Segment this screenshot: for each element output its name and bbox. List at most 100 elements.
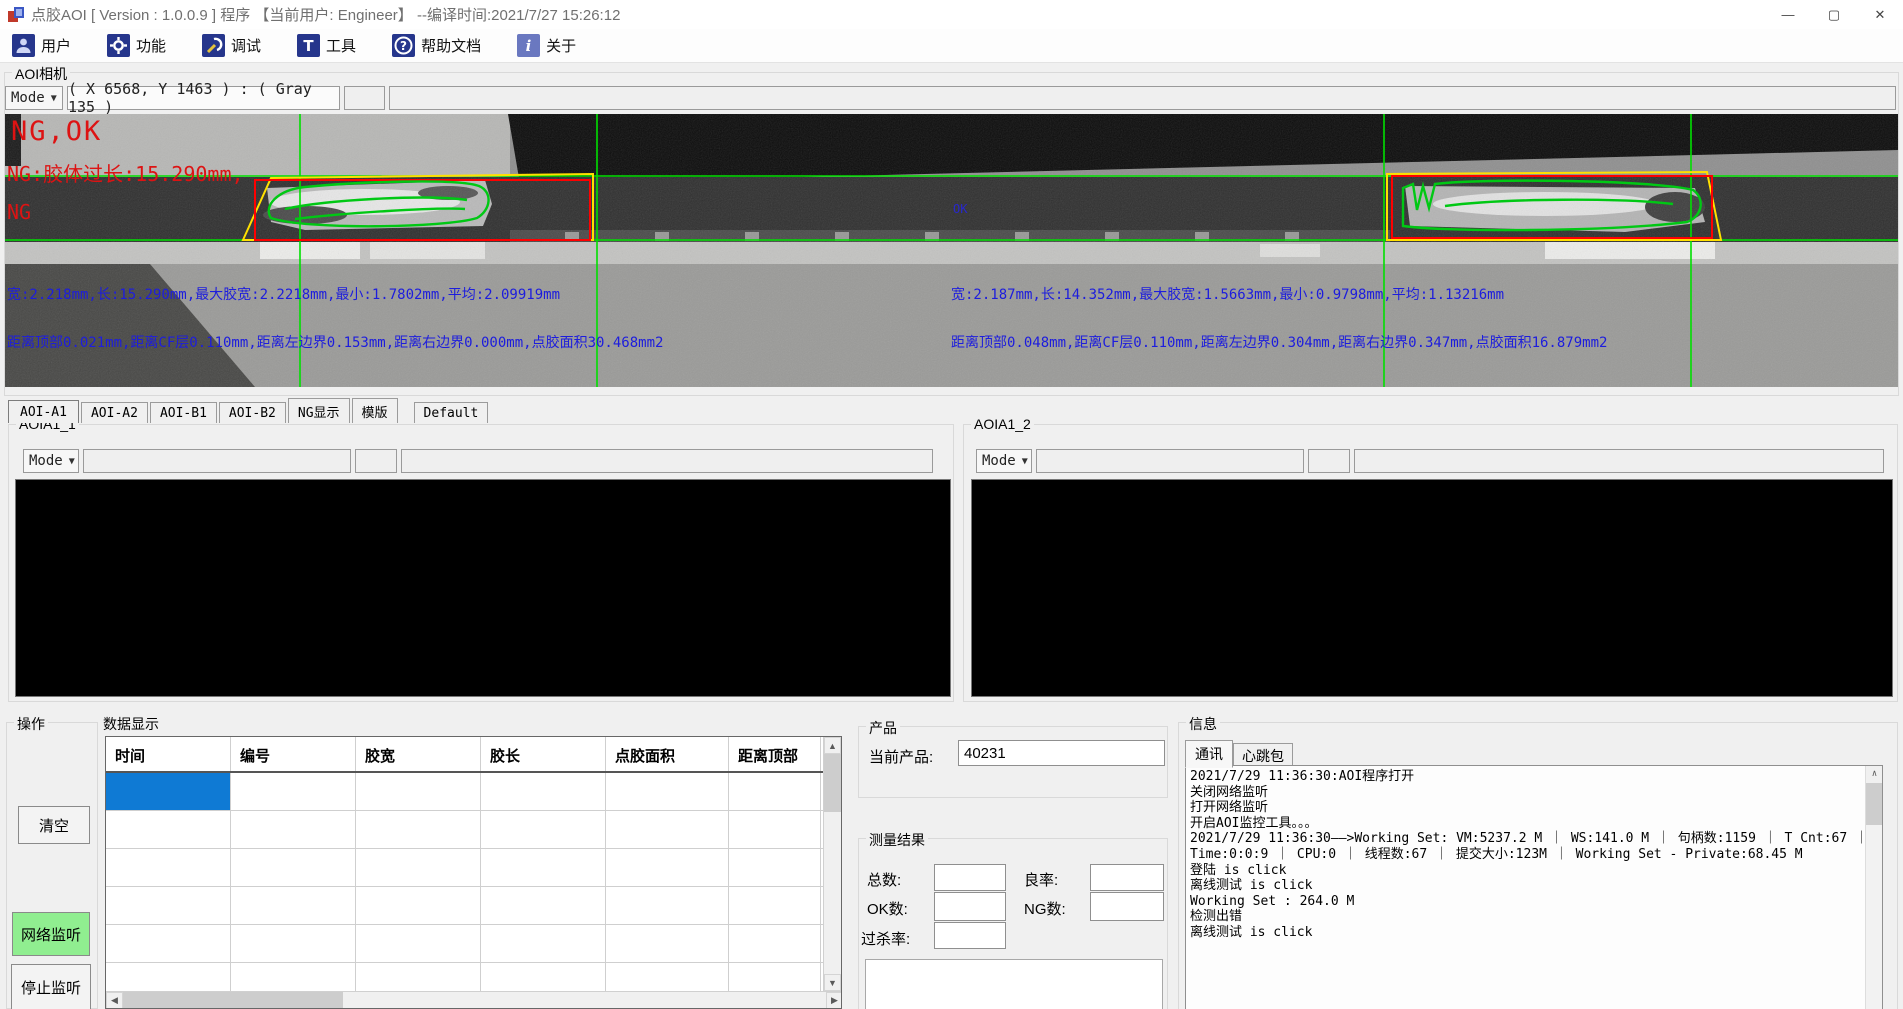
table-row[interactable]: [106, 887, 841, 925]
table-cell[interactable]: [106, 925, 231, 962]
data-table[interactable]: 时间 编号 胶宽 胶长 点胶面积 距离顶部: [105, 736, 842, 1009]
table-cell[interactable]: [729, 849, 821, 886]
chevron-down-icon: ▼: [51, 93, 57, 104]
table-cell[interactable]: [356, 887, 481, 924]
network-listen-button[interactable]: 网络监听: [12, 912, 90, 956]
communication-log[interactable]: 2021/7/29 11:36:30:AOI程序打开 关闭网络监听 打开网络监听…: [1185, 765, 1883, 1009]
table-cell-selected[interactable]: [106, 773, 231, 810]
scrollbar-thumb[interactable]: [123, 992, 343, 1009]
chevron-down-icon: ▼: [69, 456, 75, 467]
col-header-glue-width[interactable]: 胶宽: [356, 737, 481, 771]
col-header-id[interactable]: 编号: [231, 737, 356, 771]
tab-ng-display[interactable]: NG显示: [288, 398, 350, 423]
col-header-time[interactable]: 时间: [106, 737, 231, 771]
table-row[interactable]: [106, 811, 841, 849]
table-cell[interactable]: [106, 849, 231, 886]
tab-aoi-b2[interactable]: AOI-B2: [219, 402, 286, 423]
data-display-group: 数据显示 时间 编号 胶宽 胶长 点胶面积 距离顶部: [103, 714, 855, 1009]
scroll-up-icon[interactable]: ▲: [824, 737, 841, 754]
table-cell[interactable]: [481, 887, 606, 924]
current-product-input[interactable]: [958, 740, 1165, 766]
tab-default[interactable]: Default: [414, 402, 489, 423]
table-cell[interactable]: [356, 925, 481, 962]
log-line: 2021/7/29 11:36:30——>Working Set: VM:523…: [1190, 831, 1878, 847]
panel1-mode-dropdown[interactable]: Mode▼: [23, 449, 79, 473]
table-cell[interactable]: [606, 887, 729, 924]
scrollbar-thumb[interactable]: [1866, 783, 1883, 825]
close-button[interactable]: ✕: [1857, 0, 1903, 29]
chevron-down-icon: ▼: [1022, 456, 1028, 467]
scroll-left-icon[interactable]: ◀: [106, 992, 123, 1009]
log-line: 检测出错: [1190, 909, 1878, 925]
tab-aoi-b1[interactable]: AOI-B1: [150, 402, 217, 423]
panel2-mode-dropdown[interactable]: Mode▼: [976, 449, 1032, 473]
table-cell[interactable]: [356, 773, 481, 810]
table-cell[interactable]: [729, 925, 821, 962]
log-line: 关闭网络监听: [1190, 785, 1878, 801]
table-cell[interactable]: [231, 773, 356, 810]
table-cell[interactable]: [481, 811, 606, 848]
table-cell[interactable]: [356, 811, 481, 848]
ng-count-label: NG数:: [1024, 898, 1066, 919]
maximize-button[interactable]: ▢: [1811, 0, 1857, 29]
stop-listen-button[interactable]: 停止监听: [11, 964, 91, 1009]
toolbar-item-about[interactable]: i 关于: [517, 34, 576, 57]
table-cell[interactable]: [481, 773, 606, 810]
table-cell[interactable]: [606, 925, 729, 962]
log-line: 登陆 is click: [1190, 863, 1878, 879]
table-header-row: 时间 编号 胶宽 胶长 点胶面积 距离顶部: [106, 737, 841, 773]
table-cell[interactable]: [231, 887, 356, 924]
table-cell[interactable]: [481, 925, 606, 962]
table-cell[interactable]: [231, 811, 356, 848]
tab-aoi-a2[interactable]: AOI-A2: [81, 402, 148, 423]
log-vertical-scrollbar[interactable]: ∧: [1865, 766, 1882, 1009]
svg-text:?: ?: [400, 39, 407, 53]
scroll-right-icon[interactable]: ▶: [826, 992, 842, 1009]
table-cell[interactable]: [231, 925, 356, 962]
toolbar-item-user[interactable]: 用户: [12, 34, 71, 57]
toolbar-item-function[interactable]: 功能: [107, 34, 166, 57]
table-row[interactable]: [106, 925, 841, 963]
table-cell[interactable]: [106, 887, 231, 924]
camera-mode-dropdown[interactable]: Mode▼: [5, 86, 63, 110]
col-header-glue-area[interactable]: 点胶面积: [606, 737, 729, 771]
col-header-glue-length[interactable]: 胶长: [481, 737, 606, 771]
data-display-label: 数据显示: [103, 714, 855, 734]
log-line: Working Set : 264.0 M: [1190, 894, 1878, 910]
tab-aoi-a1[interactable]: AOI-A1: [8, 400, 79, 423]
scrollbar-thumb[interactable]: [824, 754, 841, 812]
panel1-image-view[interactable]: [15, 479, 951, 697]
scroll-up-icon[interactable]: ∧: [1866, 766, 1883, 783]
table-cell[interactable]: [356, 849, 481, 886]
tab-communication[interactable]: 通讯: [1185, 740, 1233, 768]
table-row[interactable]: [106, 773, 841, 811]
toolbar-item-help[interactable]: ? 帮助文档: [392, 34, 481, 57]
scroll-down-icon[interactable]: ▼: [824, 974, 841, 991]
table-row[interactable]: [106, 849, 841, 887]
table-cell[interactable]: [106, 811, 231, 848]
clear-button[interactable]: 清空: [18, 806, 90, 844]
camera-image[interactable]: NG,OK NG:胶体过长:15.290mm, NG OK 宽:2.218mm,…: [5, 114, 1898, 387]
tab-template[interactable]: 模版: [352, 398, 398, 423]
table-cell[interactable]: [729, 773, 821, 810]
table-cell[interactable]: [606, 773, 729, 810]
table-cell[interactable]: [481, 849, 606, 886]
total-count-label: 总数:: [867, 869, 901, 890]
toolbar-item-tools[interactable]: T 工具: [297, 34, 356, 57]
table-cell[interactable]: [729, 811, 821, 848]
log-line: 离线测试 is click: [1190, 925, 1878, 941]
table-cell[interactable]: [606, 849, 729, 886]
table-horizontal-scrollbar[interactable]: ◀ ▶: [106, 991, 842, 1008]
table-cell[interactable]: [729, 887, 821, 924]
table-vertical-scrollbar[interactable]: ▲ ▼: [823, 737, 841, 991]
minimize-button[interactable]: —: [1765, 0, 1811, 29]
toolbar-item-debug[interactable]: 调试: [202, 34, 261, 57]
overlay-ok-label: OK: [953, 202, 967, 216]
table-cell[interactable]: [231, 849, 356, 886]
tool-icon: T: [297, 34, 320, 57]
panel2-image-view[interactable]: [971, 479, 1893, 697]
overlay-left-measure-1: 宽:2.218mm,长:15.290mm,最大胶宽:2.2218mm,最小:1.…: [7, 284, 560, 304]
table-cell[interactable]: [606, 811, 729, 848]
svg-text:i: i: [526, 37, 532, 55]
col-header-distance-top[interactable]: 距离顶部: [729, 737, 821, 771]
